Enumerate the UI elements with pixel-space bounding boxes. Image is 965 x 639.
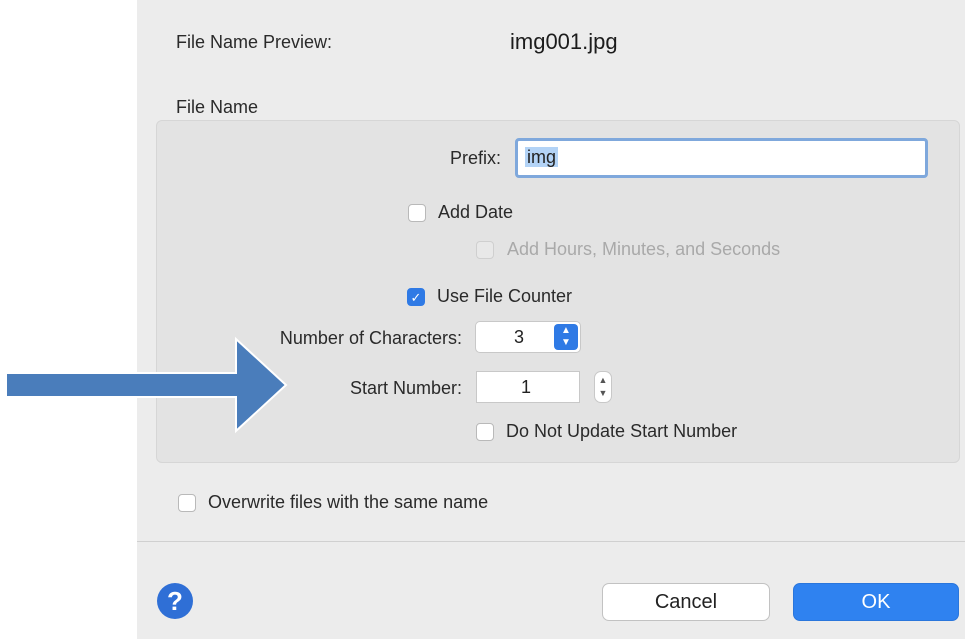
overwrite-checkbox[interactable] [178, 494, 196, 512]
add-hms-label: Add Hours, Minutes, and Seconds [507, 239, 781, 259]
help-button[interactable]: ? [157, 583, 193, 619]
arrow-right-icon [5, 336, 288, 434]
start-number-label: Start Number: [349, 378, 462, 398]
arrow-annotation [5, 336, 288, 434]
cancel-button[interactable]: Cancel [602, 583, 770, 621]
number-of-characters-value: 3 [514, 327, 525, 347]
stepper-up-icon[interactable]: ▲ [599, 375, 608, 385]
chevron-down-icon: ▼ [561, 337, 571, 348]
add-hms-checkbox[interactable] [476, 241, 494, 259]
add-date-checkbox[interactable] [408, 204, 426, 222]
add-date-label: Add Date [438, 202, 514, 222]
chevron-updown-icon: ▲ ▼ [554, 324, 578, 350]
divider [137, 541, 965, 542]
do-not-update-checkbox[interactable] [476, 423, 494, 441]
overwrite-label: Overwrite files with the same name [208, 492, 489, 512]
chevron-up-icon: ▲ [561, 325, 571, 336]
file-name-preview-value: img001.jpg [510, 29, 618, 54]
start-number-input[interactable]: 1 [476, 371, 580, 403]
use-file-counter-checkbox[interactable]: ✓ [407, 288, 425, 306]
prefix-input[interactable]: img [515, 138, 928, 178]
start-number-value: 1 [521, 377, 532, 397]
stepper-down-icon[interactable]: ▼ [599, 388, 608, 398]
prefix-label: Prefix: [449, 148, 501, 168]
start-number-stepper[interactable]: ▲ ▼ [594, 371, 612, 403]
prefix-input-value: img [525, 147, 559, 167]
check-icon: ✓ [410, 290, 422, 305]
use-file-counter-label: Use File Counter [437, 286, 573, 306]
file-name-section-title: File Name [176, 97, 259, 117]
do-not-update-label: Do Not Update Start Number [506, 421, 738, 441]
ok-button[interactable]: OK [793, 583, 959, 621]
file-name-preview-label: File Name Preview: [176, 32, 333, 52]
number-of-characters-select[interactable]: 3 ▲ ▼ [475, 321, 581, 353]
